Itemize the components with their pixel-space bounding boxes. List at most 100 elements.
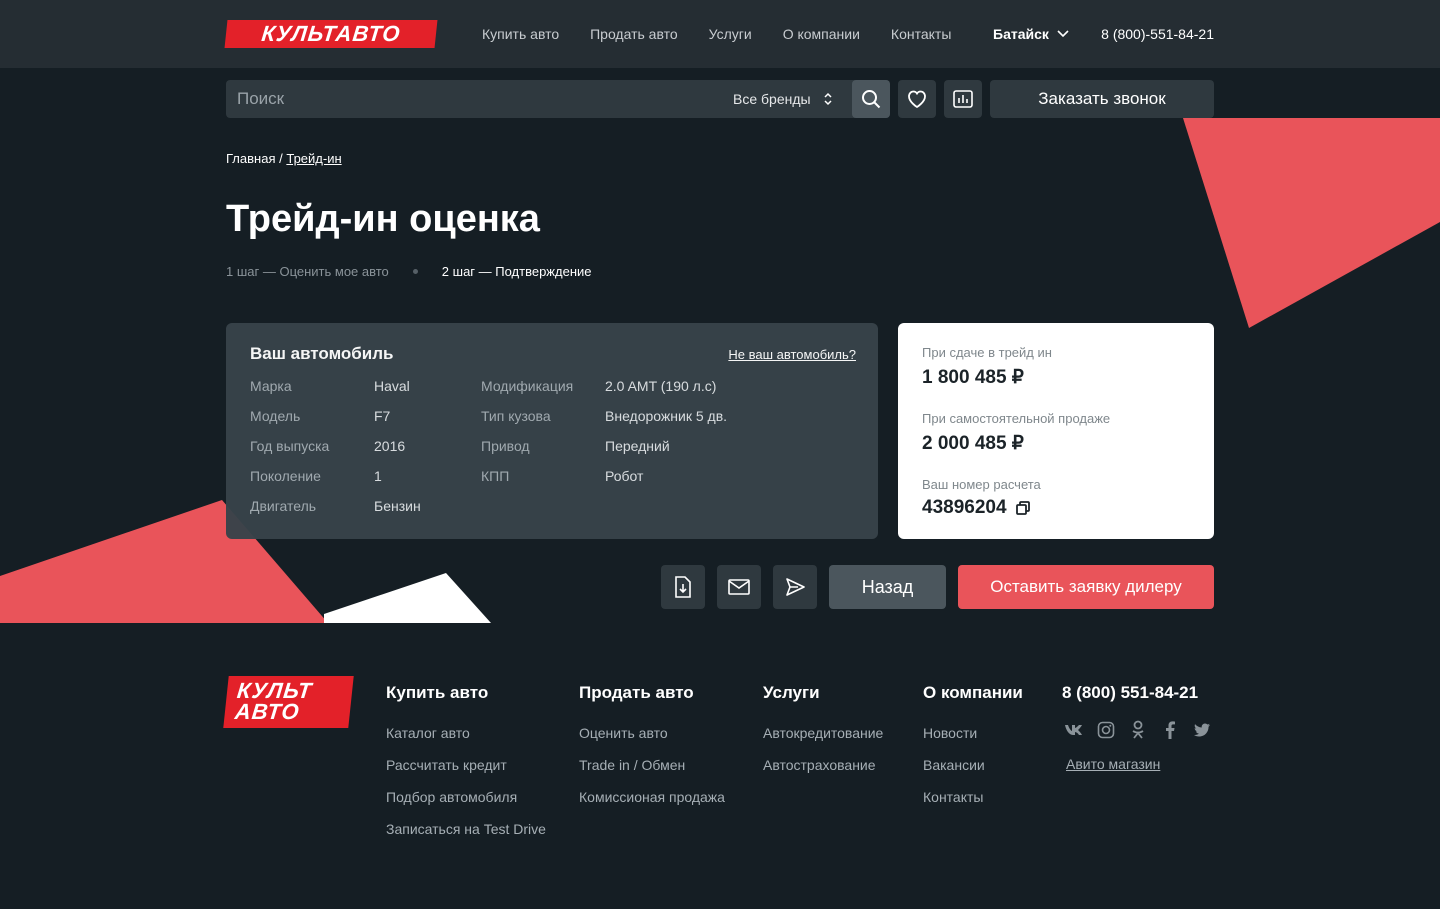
favorites-button[interactable] (898, 80, 936, 118)
copy-icon[interactable] (1015, 501, 1030, 515)
footer-col-title: Продать авто (579, 683, 694, 702)
spec-value: 2016 (374, 438, 406, 454)
brands-select[interactable]: Все бренды (733, 91, 833, 107)
send-icon (786, 578, 805, 596)
breadcrumb-current[interactable]: Трейд-ин (286, 151, 341, 166)
header-phone[interactable]: 8 (800)-551-84-21 (1101, 26, 1214, 42)
footer-link[interactable]: Рассчитать кредит (386, 757, 546, 773)
not-your-car-link[interactable]: Не ваш автомобиль? (728, 347, 856, 362)
spec-value: F7 (374, 408, 391, 424)
avito-link[interactable]: Авито магазин (1066, 756, 1160, 772)
search-bar: Все бренды (226, 80, 890, 118)
footer-link[interactable]: Оценить авто (579, 725, 725, 741)
step-2: 2 шаг — Подтверждение (441, 264, 592, 279)
car-card-title: Ваш автомобиль (250, 344, 394, 363)
nav-contacts[interactable]: Контакты (891, 26, 951, 42)
calc-number: 43896204 (922, 497, 1030, 519)
spec-value: Робот (605, 468, 644, 484)
spec-key: Поколение (250, 468, 321, 484)
footer-logo-line2: АВТО (233, 699, 301, 724)
footer-link[interactable]: Автострахование (763, 757, 883, 773)
footer-link[interactable]: Подбор автомобиля (386, 789, 546, 805)
nav-sell[interactable]: Продать авто (590, 26, 678, 42)
spec-key: КПП (481, 468, 510, 484)
email-button[interactable] (717, 565, 761, 609)
steps: 1 шаг — Оценить мое авто 2 шаг — Подтвер… (226, 264, 592, 279)
spec-row: Модификация 2.0 AMT (190 л.с) (481, 378, 716, 394)
search-input[interactable] (226, 80, 706, 118)
twitter-icon[interactable] (1192, 720, 1212, 740)
spec-row: КПП Робот (481, 468, 643, 484)
heart-icon (908, 90, 926, 109)
spec-value: 2.0 AMT (190 л.с) (605, 378, 717, 394)
footer-logo-line1: КУЛЬТ (235, 678, 314, 703)
spec-row: Модель F7 (250, 408, 390, 424)
odnoklassniki-icon[interactable] (1128, 720, 1148, 740)
main-nav: Купить авто Продать авто Услуги О компан… (482, 0, 982, 68)
calc-number-value: 43896204 (922, 497, 1007, 518)
calc-number-label: Ваш номер расчета (922, 477, 1041, 492)
footer-col-company: О компании Новости Вакансии Контакты (923, 683, 1023, 821)
footer-link[interactable]: Автокредитование (763, 725, 883, 741)
mail-icon (728, 579, 750, 595)
compare-button[interactable] (944, 80, 982, 118)
footer-col-sell: Продать авто Оценить авто Trade in / Обм… (579, 683, 725, 821)
footer-link[interactable]: Каталог авто (386, 725, 546, 741)
file-download-icon (675, 576, 691, 598)
self-sale-value: 2 000 485 ₽ (922, 433, 1024, 454)
footer-logo[interactable]: КУЛЬТ АВТО (223, 676, 354, 728)
spec-key: Привод (481, 438, 530, 454)
spec-row: Год выпуска 2016 (250, 438, 405, 454)
sort-arrows-icon (824, 92, 832, 106)
page-title: Трейд-ин оценка (226, 198, 540, 240)
spec-key: Двигатель (250, 498, 317, 514)
brands-select-label: Все бренды (733, 91, 811, 107)
submit-dealer-button[interactable]: Оставить заявку дилеру (958, 565, 1214, 609)
spec-row: Двигатель Бензин (250, 498, 421, 514)
back-button[interactable]: Назад (829, 565, 946, 609)
tradein-label: При сдаче в трейд ин (922, 345, 1052, 360)
footer-link[interactable]: Записаться на Test Drive (386, 821, 546, 837)
breadcrumb-home[interactable]: Главная (226, 151, 275, 166)
city-selector[interactable]: Батайск (993, 26, 1069, 42)
footer-link[interactable]: Вакансии (923, 757, 1023, 773)
facebook-icon[interactable] (1160, 720, 1180, 740)
nav-company[interactable]: О компании (783, 26, 860, 42)
spec-row: Поколение 1 (250, 468, 382, 484)
footer-col-title: Купить авто (386, 683, 489, 702)
spec-value: Внедорожник 5 дв. (605, 408, 728, 424)
car-card: Ваш автомобиль Не ваш автомобиль? Марка H… (226, 323, 878, 539)
city-label: Батайск (993, 26, 1049, 42)
send-button[interactable] (773, 565, 817, 609)
site-logo[interactable]: КУЛЬТАВТО (224, 20, 438, 48)
spec-row: Привод Передний (481, 438, 670, 454)
footer-link[interactable]: Комиссионая продажа (579, 789, 725, 805)
footer-phone[interactable]: 8 (800) 551-84-21 (1062, 683, 1198, 703)
callback-button[interactable]: Заказать звонок (990, 80, 1214, 118)
step-1[interactable]: 1 шаг — Оценить мое авто (226, 264, 389, 279)
spec-value: Передний (605, 438, 670, 454)
spec-key: Год выпуска (250, 438, 330, 454)
footer-col-services: Услуги Автокредитование Автострахование (763, 683, 883, 789)
download-pdf-button[interactable] (661, 565, 705, 609)
footer-link[interactable]: Новости (923, 725, 1023, 741)
instagram-icon[interactable] (1096, 720, 1116, 740)
breadcrumb: Главная / Трейд-ин (226, 151, 342, 166)
nav-services[interactable]: Услуги (709, 26, 752, 42)
decor-triangle-right (1183, 118, 1440, 328)
self-sale-label: При самостоятельной продаже (922, 411, 1111, 426)
search-icon (862, 90, 881, 109)
footer-link[interactable]: Контакты (923, 789, 1023, 805)
vk-icon[interactable] (1064, 720, 1084, 740)
chart-icon (953, 90, 973, 108)
spec-value: Бензин (374, 498, 421, 514)
chevron-down-icon (1057, 30, 1069, 38)
tradein-value: 1 800 485 ₽ (922, 367, 1024, 388)
footer-link[interactable]: Trade in / Обмен (579, 757, 725, 773)
footer-col-title: О компании (923, 683, 1023, 702)
nav-buy[interactable]: Купить авто (482, 26, 559, 42)
search-button[interactable] (852, 80, 890, 118)
footer-col-buy: Купить авто Каталог авто Рассчитать кред… (386, 683, 546, 853)
footer-col-title: Услуги (763, 683, 820, 702)
social-links (1064, 720, 1224, 740)
